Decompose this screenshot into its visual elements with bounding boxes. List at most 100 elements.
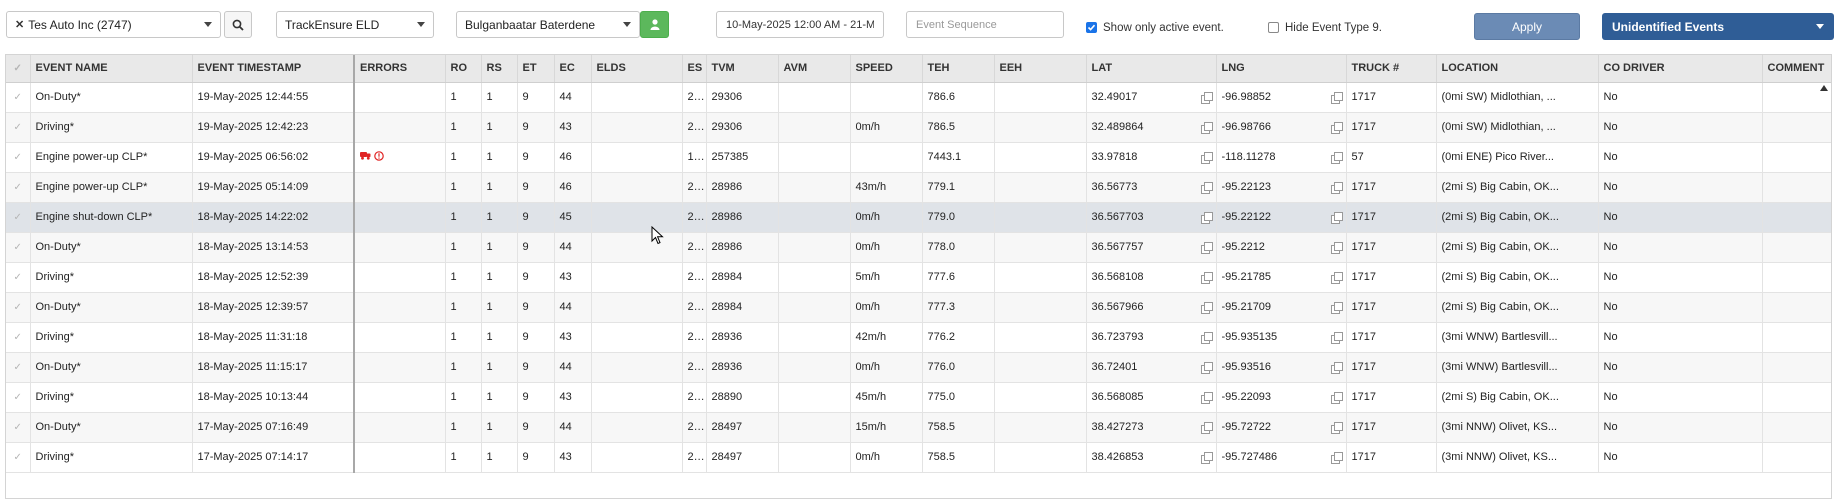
copy-icon[interactable] [1330,122,1343,134]
search-icon [232,19,244,31]
row-select-cell[interactable]: ✓ [6,172,31,203]
table-row[interactable]: ✓ On-Duty* 19-May-2025 12:44:55 1 1 9 44 2... 29… [6,82,1831,113]
row-select-cell[interactable]: ✓ [6,382,31,413]
column-header[interactable]: SPEED [850,55,923,83]
alert-icon[interactable] [374,150,384,161]
column-header[interactable]: RO [445,55,482,83]
copy-icon[interactable] [1200,122,1213,134]
cell-ec: 46 [554,172,592,203]
copy-icon[interactable] [1330,212,1343,224]
column-header[interactable]: EC [554,55,592,83]
copy-icon[interactable] [1330,92,1343,104]
copy-icon[interactable] [1200,302,1213,314]
copy-icon[interactable] [1330,182,1343,194]
table-row[interactable]: ✓ Driving* 19-May-2025 12:42:23 1 1 9 43 2... 29… [6,112,1831,143]
cell-ts: 19-May-2025 06:56:02 [192,142,355,173]
copy-icon[interactable] [1200,92,1213,104]
driver-select[interactable]: Bulganbaatar Baterdene [456,11,640,38]
row-select-cell[interactable]: ✓ [6,202,31,233]
table-row[interactable]: ✓ Engine power-up CLP* 19-May-2025 05:14:0… [6,172,1831,203]
column-header[interactable]: LNG [1216,55,1347,83]
apply-button[interactable]: Apply [1474,13,1580,40]
column-header[interactable]: TVM [706,55,779,83]
copy-icon[interactable] [1330,242,1343,254]
user-button[interactable] [640,11,669,38]
column-header[interactable]: EEH [994,55,1087,83]
column-header[interactable]: COMMENT [1762,55,1831,83]
row-select-cell[interactable]: ✓ [6,142,31,173]
column-header[interactable]: EVENT NAME [30,55,193,83]
copy-icon[interactable] [1200,242,1213,254]
lng-value: -96.98766 [1221,121,1272,133]
row-select-cell[interactable]: ✓ [6,412,31,443]
table-row[interactable]: ✓ On-Duty* 18-May-2025 13:14:53 1 1 9 44 2... 28… [6,232,1831,263]
column-header[interactable]: ERRORS [354,55,446,83]
column-header[interactable]: TRUCK # [1346,55,1437,83]
copy-icon[interactable] [1200,452,1213,464]
copy-icon[interactable] [1200,272,1213,284]
column-header[interactable]: ELDS [591,55,683,83]
truck-error-icon[interactable] [360,151,371,160]
row-select-cell[interactable]: ✓ [6,262,31,293]
table-row[interactable]: ✓ Engine shut-down CLP* 18-May-2025 14:22:… [6,202,1831,233]
event-filter-select[interactable]: Unidentified Events [1602,13,1834,40]
column-header[interactable]: TEH [922,55,995,83]
row-select-cell[interactable]: ✓ [6,292,31,323]
cell-lng: -95.22123 [1216,172,1347,203]
table-row[interactable]: ✓ On-Duty* 18-May-2025 11:15:17 1 1 9 44 2... 28… [6,352,1831,383]
copy-icon[interactable] [1200,362,1213,374]
copy-icon[interactable] [1200,422,1213,434]
row-select-cell[interactable]: ✓ [6,322,31,353]
hide-type9-checkbox[interactable]: Hide Event Type 9. [1268,14,1382,41]
copy-icon[interactable] [1200,392,1213,404]
table-row[interactable]: ✓ On-Duty* 18-May-2025 12:39:57 1 1 9 44 2... 28… [6,292,1831,323]
checkbox-unchecked-icon[interactable] [1268,22,1279,33]
column-header[interactable]: RS [481,55,518,83]
copy-icon[interactable] [1330,332,1343,344]
date-range-input[interactable] [716,11,884,38]
row-select-cell[interactable]: ✓ [6,112,31,143]
table-row[interactable]: ✓ Driving* 18-May-2025 12:52:39 1 1 9 43 2... 28… [6,262,1831,293]
copy-icon[interactable] [1200,212,1213,224]
table-row[interactable]: ✓ On-Duty* 17-May-2025 07:16:49 1 1 9 44 2... 28… [6,412,1831,443]
column-header[interactable]: CO DRIVER [1598,55,1763,83]
clear-icon[interactable]: ✕ [15,18,24,31]
select-all-header[interactable]: ✓ [6,55,31,83]
table-row[interactable]: ✓ Driving* 17-May-2025 07:14:17 1 1 9 43 2... 28… [6,442,1831,473]
device-select[interactable]: TrackEnsure ELD [276,11,434,38]
cell-ec: 46 [554,142,592,173]
copy-icon[interactable] [1330,392,1343,404]
cell-lng: -95.21785 [1216,262,1347,293]
column-header[interactable]: ES [682,55,707,83]
table-row[interactable]: ✓ Engine power-up CLP* 19-May-2025 06:56:0… [6,142,1831,173]
copy-icon[interactable] [1200,152,1213,164]
filter-toolbar: ✕ Tes Auto Inc (2747) TrackEnsure ELD Bu… [0,0,1839,52]
column-header[interactable]: EVENT TIMESTAMP [192,55,355,83]
copy-icon[interactable] [1330,152,1343,164]
copy-icon[interactable] [1330,272,1343,284]
column-header[interactable]: LOCATION [1436,55,1599,83]
copy-icon[interactable] [1200,182,1213,194]
copy-icon[interactable] [1330,362,1343,374]
show-active-checkbox[interactable]: Show only active event. [1086,14,1224,41]
search-button[interactable] [224,11,252,38]
table-row[interactable]: ✓ Driving* 18-May-2025 10:13:44 1 1 9 43 2... 28… [6,382,1831,413]
table-row[interactable]: ✓ Driving* 18-May-2025 11:31:18 1 1 9 43 2... 28… [6,322,1831,353]
column-header[interactable]: LAT [1086,55,1217,83]
row-select-cell[interactable]: ✓ [6,232,31,263]
scroll-up-icon[interactable] [1820,85,1828,91]
copy-icon[interactable] [1330,422,1343,434]
copy-icon[interactable] [1330,452,1343,464]
checkbox-checked-icon[interactable] [1086,22,1097,33]
row-select-cell[interactable]: ✓ [6,442,31,473]
column-header[interactable]: ET [517,55,555,83]
copy-icon[interactable] [1200,332,1213,344]
row-select-cell[interactable]: ✓ [6,82,31,113]
cell-teh: 786.5 [922,112,995,143]
copy-icon[interactable] [1330,302,1343,314]
row-select-cell[interactable]: ✓ [6,352,31,383]
company-select[interactable]: ✕ Tes Auto Inc (2747) [6,11,221,38]
column-header[interactable]: AVM [778,55,851,83]
cell-errors [354,382,446,413]
event-sequence-input[interactable] [906,11,1064,38]
